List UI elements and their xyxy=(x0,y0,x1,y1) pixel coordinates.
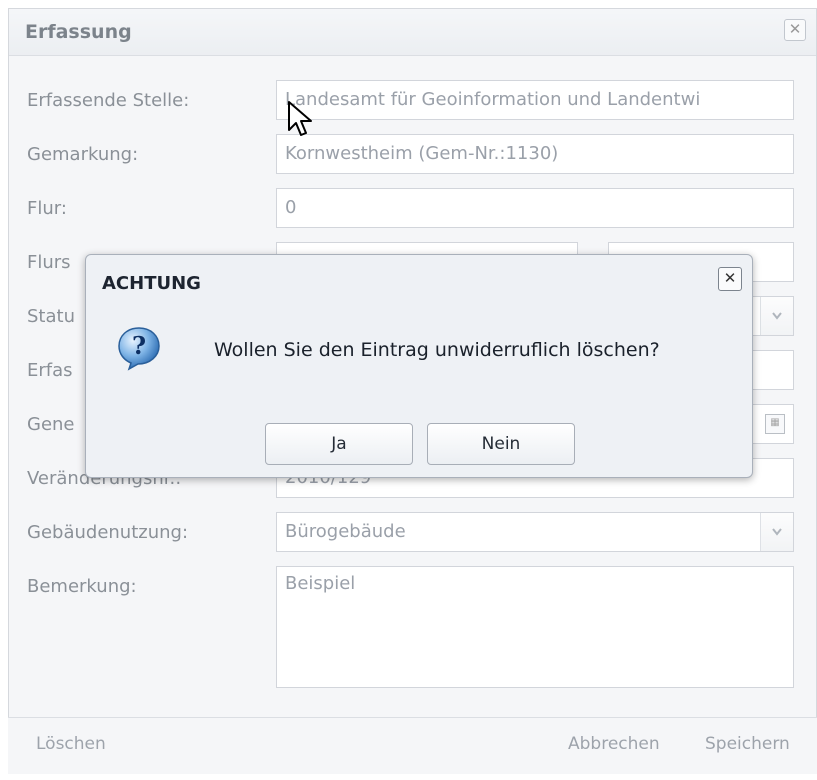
no-button[interactable]: Nein xyxy=(427,423,575,465)
svg-text:?: ? xyxy=(132,331,146,360)
yes-button[interactable]: Ja xyxy=(265,423,413,465)
dialog-close-button[interactable]: ✕ xyxy=(718,267,742,291)
question-icon: ? xyxy=(118,327,160,371)
mouse-cursor-icon xyxy=(288,101,312,136)
dialog-title: ACHTUNG xyxy=(102,273,201,294)
dialog-message: Wollen Sie den Eintrag unwiderruflich lö… xyxy=(214,339,660,361)
confirm-delete-dialog: ACHTUNG ✕ ? Wollen Sie den Eintrag unwid… xyxy=(85,254,753,478)
